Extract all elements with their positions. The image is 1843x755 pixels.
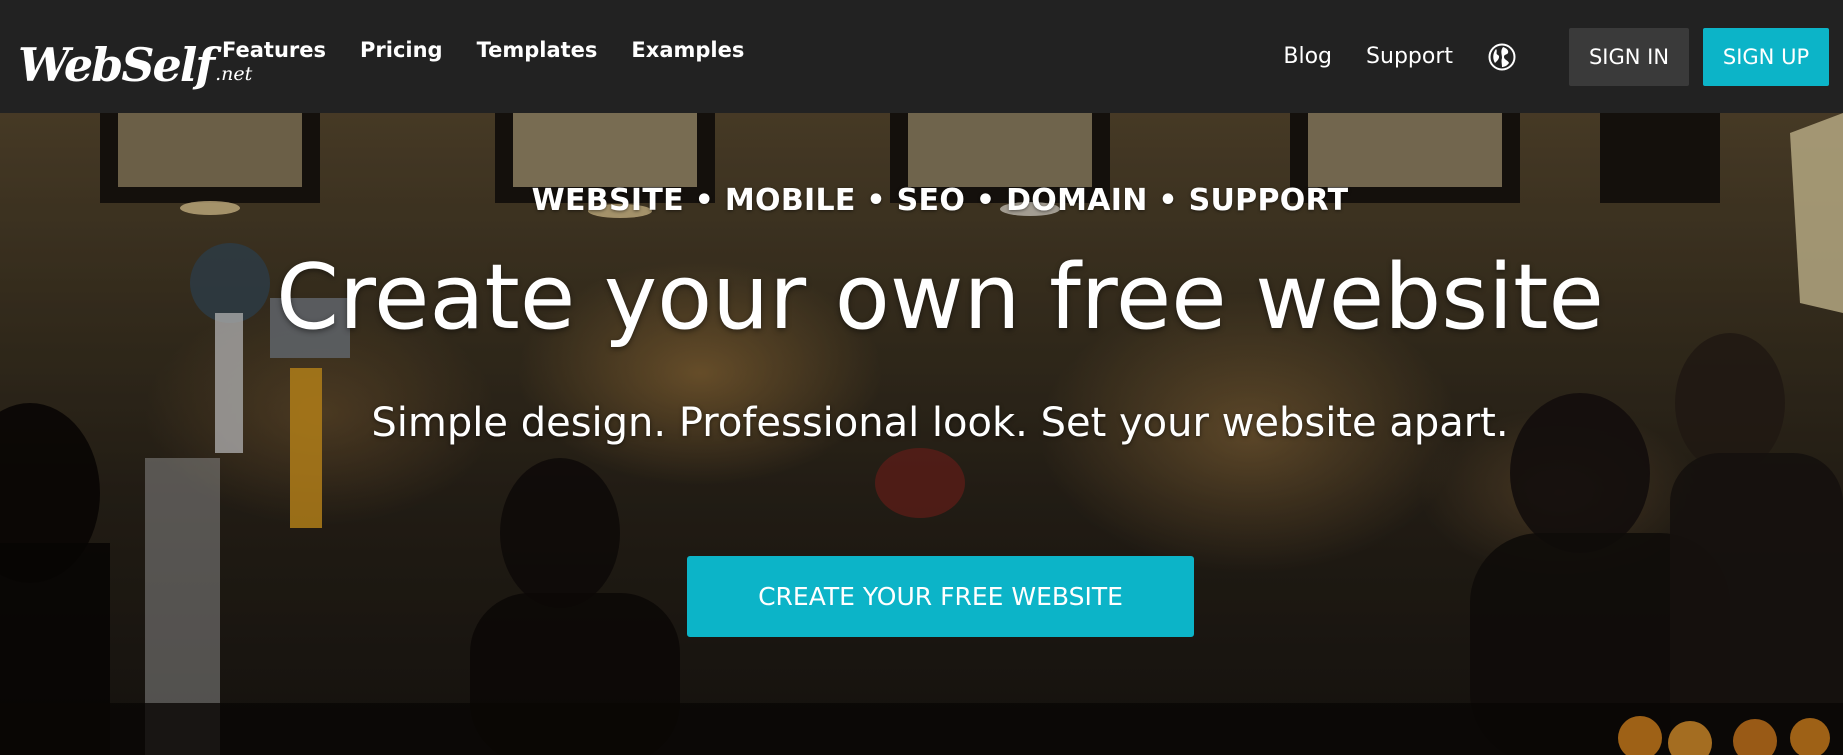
nav-link-templates[interactable]: Templates	[477, 38, 598, 62]
logo-text: WebSelf	[18, 38, 215, 92]
top-navbar: WebSelf .net Features Pricing Templates …	[0, 0, 1843, 113]
page: WebSelf .net Features Pricing Templates …	[0, 0, 1843, 755]
sign-in-button[interactable]: SIGN IN	[1569, 27, 1689, 86]
primary-nav: Features Pricing Templates Examples	[222, 0, 744, 113]
nav-link-examples[interactable]: Examples	[631, 38, 744, 62]
hero-tagline: WEBSITE • MOBILE • SEO • DOMAIN • SUPPOR…	[531, 183, 1349, 218]
nav-link-support[interactable]: Support	[1366, 44, 1453, 69]
secondary-nav: Blog Support SIGN IN SIGN UP	[1283, 0, 1843, 113]
hero-section: WEBSITE • MOBILE • SEO • DOMAIN • SUPPOR…	[0, 113, 1843, 755]
globe-icon[interactable]	[1487, 42, 1517, 72]
hero-title: Create your own free website	[276, 245, 1604, 350]
nav-link-pricing[interactable]: Pricing	[360, 38, 443, 62]
sign-up-button[interactable]: SIGN UP	[1703, 27, 1829, 86]
nav-link-features[interactable]: Features	[222, 38, 326, 62]
hero-subtitle: Simple design. Professional look. Set yo…	[371, 400, 1509, 446]
webself-logo[interactable]: WebSelf .net	[18, 18, 252, 88]
nav-link-blog[interactable]: Blog	[1283, 44, 1332, 69]
create-free-website-button[interactable]: CREATE YOUR FREE WEBSITE	[687, 556, 1194, 637]
